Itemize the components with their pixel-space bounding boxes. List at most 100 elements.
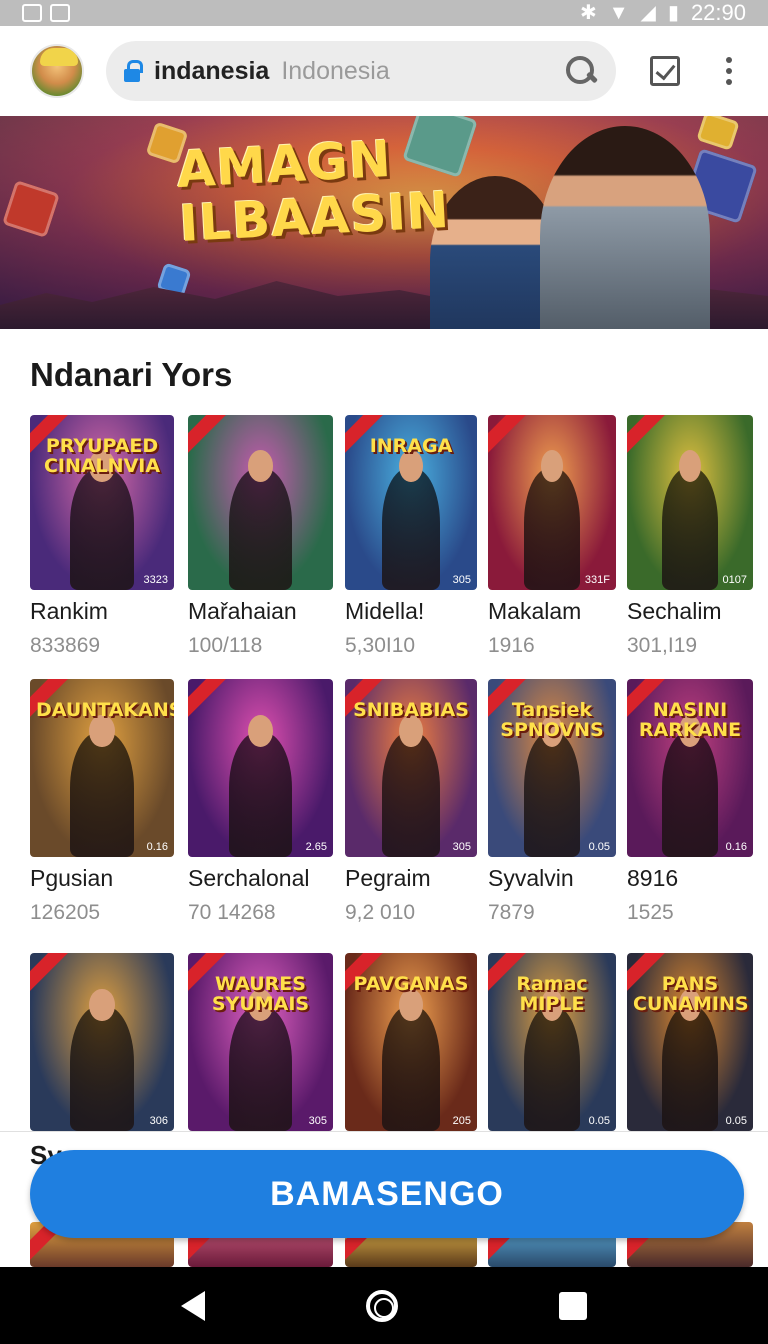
poster-title: WAURES SYUMAIS: [211, 973, 310, 1016]
game-name: Pgusian: [30, 865, 114, 891]
poster-title: PANS CUNAMINS: [633, 973, 749, 1016]
home-icon[interactable]: [365, 1289, 398, 1322]
search-hint: Indonesia: [281, 56, 390, 85]
game-name: Syvalvin: [488, 865, 574, 891]
character-figure: [381, 450, 441, 590]
poster-title: INRAGA: [369, 435, 453, 457]
poster-title: Ramac MIPLE: [516, 973, 588, 1016]
wifi-icon: ▼: [608, 2, 629, 24]
section-title: Ndanari Yors: [30, 356, 233, 393]
poster-number: 0.16: [725, 841, 747, 853]
recents-icon[interactable]: [559, 1291, 588, 1320]
game-name: Pegraim: [345, 865, 431, 891]
signal-icon: ◢: [640, 2, 656, 24]
bluetooth-icon: ✱: [579, 2, 597, 24]
game-poster[interactable]: NASINI RARKANE 0.16: [627, 679, 753, 857]
corner-ribbon: [488, 415, 529, 454]
corner-ribbon: [188, 415, 229, 454]
character-figure: [70, 989, 134, 1131]
poster-number: 0107: [722, 574, 747, 586]
poster-number: 0.16: [146, 841, 168, 853]
game-poster[interactable]: Ramac MIPLE 0.05: [488, 953, 616, 1131]
character-figure: [228, 450, 293, 590]
poster-number: 205: [452, 1115, 471, 1127]
game-poster[interactable]: Tansiek SPNOVNS 0.05: [488, 679, 616, 857]
game-poster[interactable]: 0107: [627, 415, 753, 590]
more-vert-icon[interactable]: [726, 57, 732, 85]
character-figure: [523, 715, 581, 857]
game-poster[interactable]: PANS CUNAMINS 0.05: [627, 953, 753, 1131]
poster-number: 305: [452, 841, 471, 853]
poster-number: 0.05: [725, 1115, 747, 1127]
game-count: 126205: [30, 901, 101, 924]
poster-title: NASINI RARKANE: [638, 699, 742, 742]
game-poster[interactable]: INRAGA 305: [345, 415, 477, 590]
back-icon[interactable]: [180, 1290, 205, 1321]
game-poster[interactable]: PAVGANAS 205: [345, 953, 477, 1131]
game-poster[interactable]: 2.65: [188, 679, 333, 857]
game-poster[interactable]: 331F: [488, 415, 616, 590]
poster-title: SNIBABIAS: [353, 699, 469, 722]
game-count: 9,2 010: [345, 901, 416, 924]
game-count: 5,30I10: [345, 634, 416, 657]
poster-number: 0.05: [588, 1115, 610, 1127]
character-figure: [523, 450, 581, 590]
game-name: Makalam: [488, 598, 582, 624]
battery-icon: ▮: [667, 2, 679, 24]
poster-number: 2.65: [305, 841, 327, 853]
status-bar: ✱ ▼ ◢ ▮ 22:90: [0, 0, 768, 26]
character-figure: [662, 989, 718, 1131]
app-bar: indanesia Indonesia: [0, 26, 768, 116]
corner-ribbon: [188, 679, 229, 718]
game-count: 833869: [30, 634, 101, 657]
corner-ribbon: [627, 415, 668, 454]
poster-title: Tansiek SPNOVNS: [500, 699, 604, 742]
character-figure: [662, 450, 718, 590]
checkbox-icon[interactable]: [650, 56, 680, 86]
game-count: 301,I19: [627, 634, 698, 657]
game-poster[interactable]: [188, 415, 333, 590]
search-query[interactable]: indanesia: [154, 57, 269, 86]
status-time: 22:90: [690, 0, 746, 25]
poster-number: 0.05: [588, 841, 610, 853]
lock-icon: [124, 60, 143, 82]
character-figure: [70, 450, 134, 590]
character-figure: [381, 715, 441, 857]
poster-number: 305: [452, 574, 471, 586]
character-figure: [70, 715, 134, 857]
game-count: 70 14268: [188, 901, 276, 924]
character-figure: [228, 715, 293, 857]
nav-bar: [0, 1267, 768, 1344]
banner-title: AMAGN ILBAASIN: [175, 129, 452, 254]
game-name: Midellaǃ: [345, 598, 425, 624]
poster-number: 306: [149, 1115, 168, 1127]
poster-title: DAUNTAKANS: [36, 699, 174, 722]
poster-title: PAVGANAS: [353, 973, 469, 996]
notification-icon: [50, 4, 70, 22]
poster-number: 331F: [584, 574, 610, 586]
character-figure: [381, 989, 441, 1131]
character-figure: [228, 989, 293, 1131]
game-poster[interactable]: 306: [30, 953, 174, 1131]
corner-ribbon: [30, 953, 71, 992]
search-icon[interactable]: [564, 54, 598, 88]
game-name: Mařahaian: [188, 598, 297, 624]
search-bar[interactable]: indanesia Indonesia: [106, 41, 616, 101]
game-poster[interactable]: WAURES SYUMAIS 305: [188, 953, 333, 1131]
game-poster[interactable]: DAUNTAKANS 0.16: [30, 679, 174, 857]
character-figure: [523, 989, 581, 1131]
game-name: Serchalonal: [188, 865, 310, 891]
character-figure: [662, 715, 718, 857]
game-count: 1525: [627, 901, 674, 924]
avatar[interactable]: [30, 44, 84, 98]
game-count: 100/118: [188, 634, 263, 657]
game-count: 7879: [488, 901, 535, 924]
primary-cta-button[interactable]: BAMASENGO: [30, 1150, 744, 1238]
game-name: Sechalim: [627, 598, 722, 624]
promo-banner[interactable]: AMAGN ILBAASIN: [0, 116, 768, 329]
game-poster[interactable]: PRYUPAED CINALNVIA 3323: [30, 415, 174, 590]
game-poster[interactable]: SNIBABIAS 305: [345, 679, 477, 857]
poster-title: PRYUPAED CINALNVIA: [43, 435, 161, 477]
poster-number: 305: [308, 1115, 327, 1127]
poster-number: 3323: [143, 574, 168, 586]
